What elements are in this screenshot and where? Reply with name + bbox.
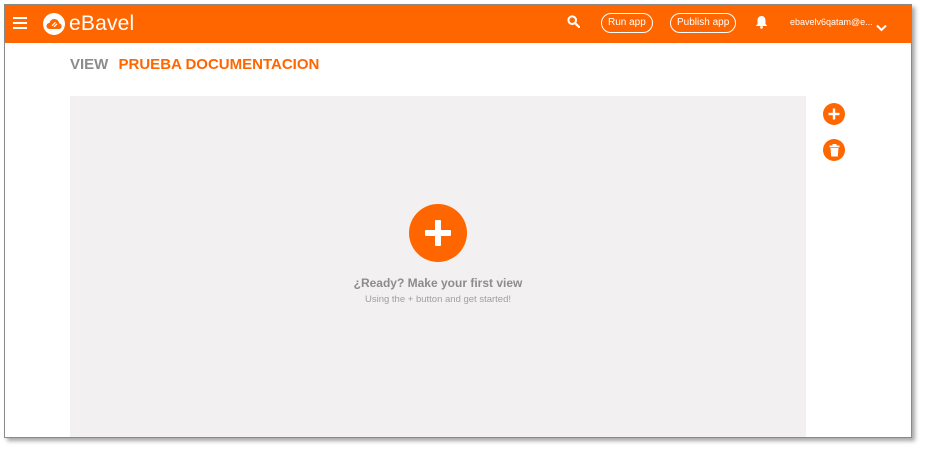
app-logo[interactable]: eBavel xyxy=(43,11,134,37)
run-app-button[interactable]: Run app xyxy=(601,13,653,33)
plus-circle-icon xyxy=(828,108,840,120)
trash-icon xyxy=(829,143,839,156)
empty-state-subtitle: Using the + button and get started! xyxy=(364,294,512,305)
side-add-button[interactable] xyxy=(823,103,845,125)
empty-state-title: ¿Ready? Make your first view xyxy=(353,276,523,290)
app-window: eBavel Run app Publish app ebavelv6qatam… xyxy=(4,4,912,438)
bell-icon[interactable] xyxy=(755,15,768,34)
plus-circle-icon xyxy=(425,220,451,246)
view-name: PRUEBA DOCUMENTACION xyxy=(118,56,320,73)
page-title: VIEW PRUEBA DOCUMENTACION xyxy=(70,56,319,73)
publish-app-button[interactable]: Publish app xyxy=(670,13,737,33)
logo-text: eBavel xyxy=(69,12,135,35)
search-icon[interactable] xyxy=(567,15,581,33)
user-email[interactable]: ebavelv6qatam@e... xyxy=(790,17,873,27)
view-canvas: ¿Ready? Make your first view Using the +… xyxy=(70,96,806,437)
add-view-button[interactable] xyxy=(409,204,467,262)
hamburger-icon[interactable] xyxy=(13,17,27,29)
chevron-down-icon[interactable] xyxy=(876,19,887,37)
cloud-logo-icon xyxy=(43,13,65,35)
side-delete-button[interactable] xyxy=(823,139,845,161)
view-label: VIEW xyxy=(70,56,109,73)
top-navbar: eBavel Run app Publish app ebavelv6qatam… xyxy=(5,5,911,43)
